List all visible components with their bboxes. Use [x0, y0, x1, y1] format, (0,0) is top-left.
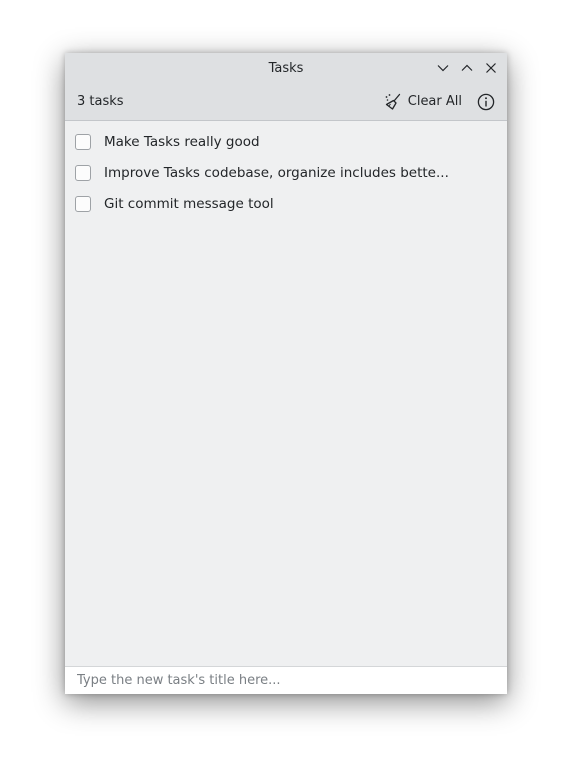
clear-all-button[interactable]: Clear All	[379, 89, 467, 115]
task-title[interactable]: Improve Tasks codebase, organize include…	[104, 165, 449, 181]
task-item[interactable]: Make Tasks really good	[65, 126, 507, 157]
maximize-button[interactable]	[455, 56, 479, 80]
maximize-icon	[461, 64, 473, 71]
task-checkbox[interactable]	[75, 133, 91, 150]
task-checkbox[interactable]	[75, 195, 91, 212]
task-title[interactable]: Make Tasks really good	[104, 134, 260, 150]
window-controls	[431, 53, 503, 83]
window-title: Tasks	[268, 60, 304, 76]
close-icon	[486, 63, 496, 73]
tasks-window: Tasks 3 tasks Clear All Make Tasks reall…	[65, 53, 507, 694]
task-checkbox[interactable]	[75, 164, 91, 181]
new-task-bar	[65, 666, 507, 694]
title-bar[interactable]: Tasks	[65, 53, 507, 83]
task-title[interactable]: Git commit message tool	[104, 196, 274, 212]
task-item[interactable]: Improve Tasks codebase, organize include…	[65, 157, 507, 188]
new-task-input[interactable]	[77, 673, 507, 688]
broom-icon	[385, 93, 400, 110]
info-button[interactable]	[475, 91, 497, 113]
info-icon	[477, 93, 495, 110]
task-list: Make Tasks really good Improve Tasks cod…	[65, 121, 507, 666]
toolbar: 3 tasks Clear All	[65, 83, 507, 121]
task-item[interactable]: Git commit message tool	[65, 188, 507, 219]
task-count: 3 tasks	[77, 94, 124, 109]
minimize-button[interactable]	[431, 56, 455, 80]
close-button[interactable]	[479, 56, 503, 80]
clear-all-label: Clear All	[407, 94, 462, 109]
minimize-icon	[437, 65, 449, 72]
